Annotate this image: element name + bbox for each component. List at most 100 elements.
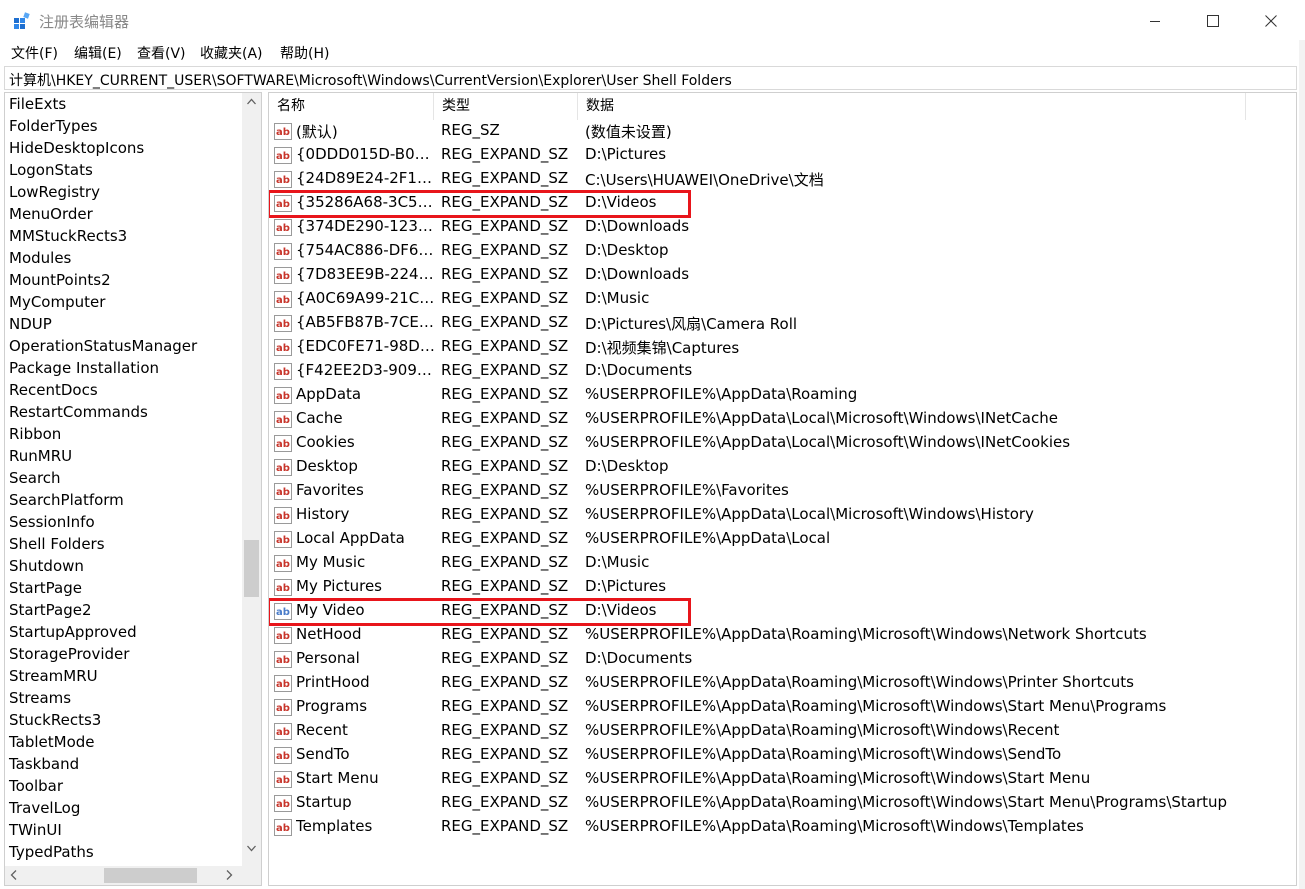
table-row[interactable]: ab Recent REG_EXPAND_SZ %USERPROFILE%\AppDa…	[269, 720, 1296, 744]
tree-item[interactable]: TabletMode	[9, 733, 95, 751]
column-header-type[interactable]: 类型	[434, 93, 578, 120]
tree-item[interactable]: MyComputer	[9, 293, 105, 311]
table-row[interactable]: ab Cache REG_EXPAND_SZ %USERPROFILE%\AppDat…	[269, 408, 1296, 432]
menu-help[interactable]: 帮助(H)	[280, 43, 329, 63]
tree-item[interactable]: Toolbar	[9, 777, 63, 795]
value-name: {AB5FB87B-7CE2...	[296, 313, 436, 331]
table-row[interactable]: ab My Music REG_EXPAND_SZ D:\Music	[269, 552, 1296, 576]
column-header-name[interactable]: 名称	[269, 93, 434, 120]
table-row[interactable]: ab Programs REG_EXPAND_SZ %USERPROFILE%\App…	[269, 696, 1296, 720]
tree-item[interactable]: OperationStatusManager	[9, 337, 197, 355]
table-row[interactable]: ab Favorites REG_EXPAND_SZ %USERPROFILE%\Fa…	[269, 480, 1296, 504]
tree-item[interactable]: FileExts	[9, 95, 66, 113]
value-name: Cookies	[296, 433, 355, 451]
table-row[interactable]: ab {F42EE2D3-909F-... REG_EXPAND_SZ D:\Docu…	[269, 360, 1296, 384]
value-type: REG_EXPAND_SZ	[441, 169, 569, 187]
scroll-right-icon[interactable]	[226, 870, 233, 880]
tree-item[interactable]: StreamMRU	[9, 667, 98, 685]
close-button[interactable]	[1248, 6, 1294, 36]
tree-item[interactable]: Shutdown	[9, 557, 84, 575]
menu-file[interactable]: 文件(F)	[11, 43, 58, 63]
tree-item[interactable]: MountPoints2	[9, 271, 111, 289]
tree-item[interactable]: MMStuckRects3	[9, 227, 127, 245]
tree-item[interactable]: NDUP	[9, 315, 52, 333]
tree-item[interactable]: Ribbon	[9, 425, 61, 443]
table-row[interactable]: ab Cookies REG_EXPAND_SZ %USERPROFILE%\AppD…	[269, 432, 1296, 456]
table-row[interactable]: ab {24D89E24-2F19-... REG_EXPAND_SZ C:\User…	[269, 168, 1296, 192]
string-value-icon: ab	[274, 507, 292, 524]
table-row[interactable]: ab Personal REG_EXPAND_SZ D:\Documents	[269, 648, 1296, 672]
tree-item[interactable]: Modules	[9, 249, 71, 267]
table-row[interactable]: ab AppData REG_EXPAND_SZ %USERPROFILE%\AppD…	[269, 384, 1296, 408]
tree-item[interactable]: LogonStats	[9, 161, 93, 179]
table-row[interactable]: ab {374DE290-123F-... REG_EXPAND_SZ D:\Down…	[269, 216, 1296, 240]
address-bar[interactable]: 计算机\HKEY_CURRENT_USER\SOFTWARE\Microsoft…	[4, 66, 1297, 90]
scroll-up-icon[interactable]	[247, 98, 256, 105]
tree-item[interactable]: Taskband	[9, 755, 79, 773]
menu-favorites[interactable]: 收藏夹(A)	[200, 43, 263, 63]
scroll-down-icon[interactable]	[247, 845, 256, 852]
string-value-icon: ab	[274, 459, 292, 476]
tree-vertical-scrollbar[interactable]	[242, 93, 261, 867]
table-row[interactable]: ab {AB5FB87B-7CE2... REG_EXPAND_SZ D:\Pictu…	[269, 312, 1296, 336]
value-list[interactable]: 名称 类型 数据 ab (默认) REG_SZ (数值未设置) ab {0DDD015D-…	[268, 92, 1297, 886]
annotation-highlight-my-video	[269, 598, 691, 626]
minimize-button[interactable]	[1132, 6, 1178, 36]
tree-item[interactable]: SearchPlatform	[9, 491, 124, 509]
table-row[interactable]: ab Desktop REG_EXPAND_SZ D:\Desktop	[269, 456, 1296, 480]
tree-item[interactable]: Package Installation	[9, 359, 159, 377]
tree-item[interactable]: TWinUI	[9, 821, 62, 839]
tree-item[interactable]: MenuOrder	[9, 205, 93, 223]
table-row[interactable]: ab Startup REG_EXPAND_SZ %USERPROFILE%\AppD…	[269, 792, 1296, 816]
value-name: {EDC0FE71-98D8...	[296, 337, 436, 355]
tree-item[interactable]: RecentDocs	[9, 381, 98, 399]
table-row[interactable]: ab Local AppData REG_EXPAND_SZ %USERPROFILE…	[269, 528, 1296, 552]
tree-item[interactable]: RestartCommands	[9, 403, 148, 421]
value-type: REG_EXPAND_SZ	[441, 793, 569, 811]
tree-item[interactable]: RunMRU	[9, 447, 72, 465]
value-data: %USERPROFILE%\AppData\Local\Microsoft\Wi…	[585, 409, 1058, 427]
tree-horizontal-scrollbar[interactable]	[5, 866, 242, 885]
value-type: REG_EXPAND_SZ	[441, 289, 569, 307]
table-row[interactable]: ab Start Menu REG_EXPAND_SZ %USERPROFILE%\A…	[269, 768, 1296, 792]
key-tree[interactable]: FileExts FolderTypes HideDesktopIcons Logon…	[4, 92, 262, 886]
tree-item[interactable]: Shell Folders	[9, 535, 105, 553]
table-row[interactable]: ab Templates REG_EXPAND_SZ %USERPROFILE%\Ap…	[269, 816, 1296, 840]
menu-edit[interactable]: 编辑(E)	[74, 43, 122, 63]
table-row[interactable]: ab {EDC0FE71-98D8... REG_EXPAND_SZ D:\视频集锦\…	[269, 336, 1296, 360]
table-row[interactable]: ab {A0C69A99-21C8... REG_EXPAND_SZ D:\Music	[269, 288, 1296, 312]
tree-horizontal-scroll-thumb[interactable]	[104, 868, 197, 883]
tree-item[interactable]: StartupApproved	[9, 623, 137, 641]
table-row[interactable]: ab History REG_EXPAND_SZ %USERPROFILE%\AppD…	[269, 504, 1296, 528]
table-row[interactable]: ab {0DDD015D-B06... REG_EXPAND_SZ D:\Pictur…	[269, 144, 1296, 168]
table-row[interactable]: ab SendTo REG_EXPAND_SZ %USERPROFILE%\AppDa…	[269, 744, 1296, 768]
tree-item[interactable]: StorageProvider	[9, 645, 129, 663]
tree-item[interactable]: TravelLog	[9, 799, 80, 817]
tree-item[interactable]: SessionInfo	[9, 513, 95, 531]
tree-item[interactable]: StartPage2	[9, 601, 92, 619]
annotation-highlight-videos-guid	[269, 190, 691, 218]
tree-item[interactable]: StartPage	[9, 579, 82, 597]
table-row[interactable]: ab {754AC886-DF64... REG_EXPAND_SZ D:\Deskt…	[269, 240, 1296, 264]
value-name: {7D83EE9B-2244-...	[296, 265, 436, 283]
table-row[interactable]: ab PrintHood REG_EXPAND_SZ %USERPROFILE%\Ap…	[269, 672, 1296, 696]
table-row[interactable]: ab {7D83EE9B-2244-... REG_EXPAND_SZ D:\Down…	[269, 264, 1296, 288]
tree-item[interactable]: LowRegistry	[9, 183, 100, 201]
menu-view[interactable]: 查看(V)	[137, 43, 186, 63]
tree-item[interactable]: StuckRects3	[9, 711, 101, 729]
table-row[interactable]: ab My Pictures REG_EXPAND_SZ D:\Pictures	[269, 576, 1296, 600]
value-name: Local AppData	[296, 529, 405, 547]
value-name: Personal	[296, 649, 360, 667]
table-row[interactable]: ab (默认) REG_SZ (数值未设置)	[269, 120, 1296, 144]
tree-item[interactable]: HideDesktopIcons	[9, 139, 144, 157]
tree-item[interactable]: FolderTypes	[9, 117, 98, 135]
tree-vertical-scroll-thumb[interactable]	[244, 540, 259, 597]
maximize-button[interactable]	[1190, 6, 1236, 36]
table-row[interactable]: ab NetHood REG_EXPAND_SZ %USERPROFILE%\AppD…	[269, 624, 1296, 648]
tree-item[interactable]: Search	[9, 469, 61, 487]
column-header-data[interactable]: 数据	[578, 93, 1246, 120]
scroll-left-icon[interactable]	[10, 870, 17, 880]
tree-item[interactable]: Streams	[9, 689, 71, 707]
tree-item[interactable]: TypedPaths	[9, 843, 94, 861]
svg-text:ab: ab	[276, 799, 290, 810]
